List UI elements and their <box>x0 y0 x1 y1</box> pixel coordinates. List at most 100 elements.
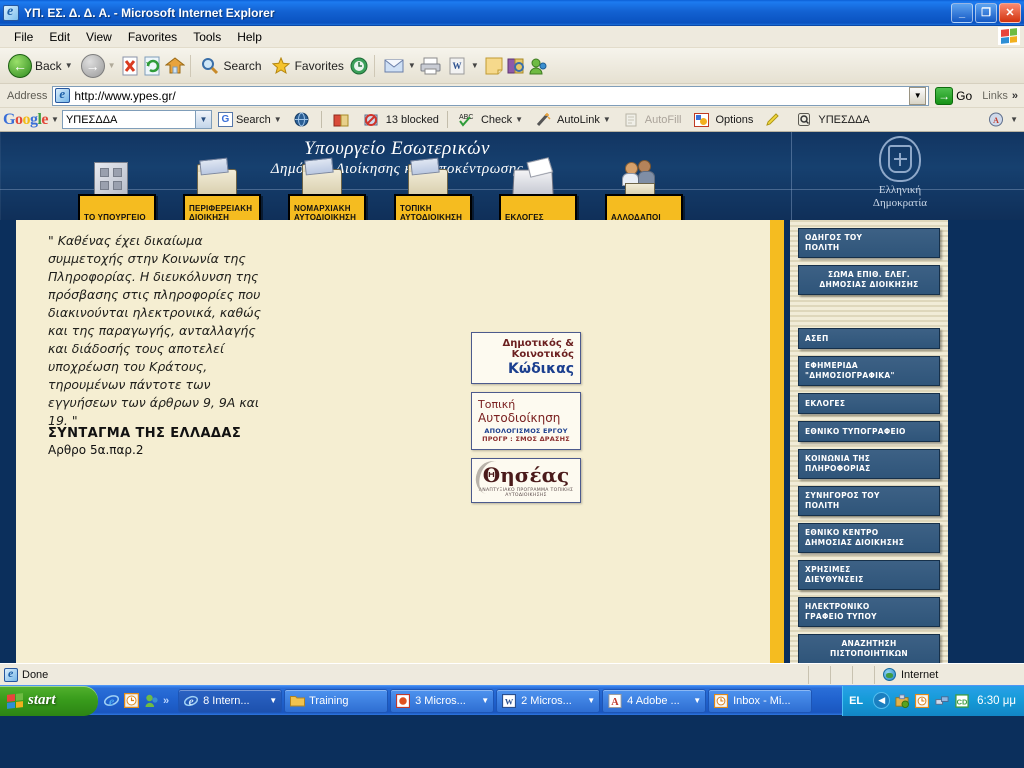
network-icon[interactable] <box>934 693 950 709</box>
sidebar-item-newspaper-line2: "ΔΗΜΟΣΙΟΓΡΑΦΙΚΑ" <box>805 371 895 380</box>
quicklaunch-expand-icon[interactable]: » <box>163 695 169 707</box>
spell-check-button[interactable]: ABC Check ▼ <box>453 109 526 131</box>
check-caret-icon[interactable]: ▼ <box>515 115 523 124</box>
print-icon[interactable] <box>420 55 442 77</box>
address-dropdown-icon[interactable]: ▼ <box>909 86 927 105</box>
sidebar-item-inspection-body[interactable]: ΣΩΜΑ ΕΠΙΘ. ΕΛΕΓ. ΔΗΜΟΣΙΑΣ ΔΙΟΙΚΗΣΗΣ <box>798 265 940 295</box>
sidebar-item-inspection-body-line2: ΔΗΜΟΣΙΑΣ ΔΙΟΙΚΗΣΗΣ <box>819 280 919 289</box>
sidebar-item-national-printing[interactable]: ΕΘΝΙΚΟ ΤΥΠΟΓΡΑΦΕΙΟ <box>798 421 940 442</box>
sidebar-item-newspaper[interactable]: ΕΦΗΜΕΡΙΔΑ "ΔΗΜΟΣΙΟΓΡΑΦΙΚΑ" <box>798 356 940 386</box>
minimize-button[interactable]: _ <box>951 2 973 23</box>
menu-item-help[interactable]: Help <box>229 28 270 46</box>
messenger-icon[interactable] <box>527 55 549 77</box>
favorites-button[interactable]: Favorites <box>266 53 348 79</box>
google-search-button[interactable]: G Search ▼ <box>215 112 285 127</box>
promo-thiseas[interactable]: Θησέας ΑΝΑΠΤΥΞΙΑΚΟ ΠΡΟΓΡΑΜΜΑ ΤΟΠΙΚΗΣ ΑΥΤ… <box>471 458 581 503</box>
research-icon[interactable] <box>505 55 527 77</box>
task-dropdown-icon[interactable]: ▼ <box>269 696 277 705</box>
search-button[interactable]: Search <box>195 53 266 79</box>
sidebar-item-citizen-guide-line2: ΠΟΛΙΤΗ <box>805 243 840 252</box>
clock-quicklaunch-icon[interactable] <box>123 693 139 709</box>
site-title-line1: Υπουργείο Εσωτερικών <box>304 138 490 159</box>
autofill-icon <box>620 109 642 131</box>
language-indicator[interactable]: EL <box>849 695 869 707</box>
edit-dropdown-icon[interactable]: ▼ <box>471 61 479 70</box>
sidebar-item-national-center[interactable]: ΕΘΝΙΚΟ ΚΕΝΤΡΟ ΔΗΜΟΣΙΑΣ ΔΙΟΙΚΗΣΗΣ <box>798 523 940 553</box>
google-web-button[interactable] <box>288 109 316 131</box>
task-item[interactable]: Inbox - Mi... <box>708 688 813 713</box>
task-item[interactable]: A 4 Adobe ... ▼ <box>602 688 707 713</box>
back-button[interactable]: ← Back ▼ <box>4 52 77 80</box>
options-label: Options <box>715 113 754 126</box>
promo-local-government[interactable]: Τοπική Αυτοδιοίκηση ΑΠΟΛΟΓΙΣΜΟΣ ΕΡΓΟΥ ΠΡ… <box>471 392 581 450</box>
security-zone[interactable]: Internet <box>874 665 1024 684</box>
back-dropdown-icon[interactable]: ▼ <box>65 61 73 70</box>
go-button[interactable]: → Go <box>929 86 978 105</box>
sidebar-item-ombudsman-line1: ΣΥΝΗΓΟΡΟΣ ΤΟΥ <box>805 491 880 500</box>
sidebar-item-press-office-line2: ΓΡΑΦΕΙΟ ΤΥΠΟΥ <box>805 612 877 621</box>
mail-button[interactable]: ▼ <box>379 53 420 79</box>
acrobat-toolbar-button[interactable]: A ▼ <box>982 109 1021 131</box>
globe-icon <box>291 109 313 131</box>
sidebar-item-useful-addresses[interactable]: ΧΡΗΣΙΜΕΣ ΔΙΕΥΘΥΝΣΕΙΣ <box>798 560 940 590</box>
sidebar-item-information-society[interactable]: ΚΟΙΝΩΝΙΑ ΤΗΣ ΠΛΗΡΟΦΟΡΙΑΣ <box>798 449 940 479</box>
home-icon[interactable] <box>164 55 186 77</box>
clock-tray-icon[interactable] <box>914 693 930 709</box>
menu-item-edit[interactable]: Edit <box>41 28 78 46</box>
google-search-caret-icon[interactable]: ▼ <box>274 115 282 124</box>
autolink-button[interactable]: AutoLink ▼ <box>529 109 614 131</box>
ie-quicklaunch-icon[interactable]: e <box>103 693 119 709</box>
nav-tab-local-government-line1: ΤΟΠΙΚΗ <box>400 204 432 213</box>
task-item[interactable]: Training <box>284 688 389 713</box>
task-item-label: 2 Micros... <box>521 694 572 707</box>
menu-item-view[interactable]: View <box>78 28 120 46</box>
task-item[interactable]: W 2 Micros... ▼ <box>496 688 601 713</box>
task-dropdown-icon[interactable]: ▼ <box>481 696 489 705</box>
address-input[interactable]: http://www.ypes.gr/ ▼ <box>52 85 930 106</box>
google-search-dropdown-icon[interactable]: ▼ <box>194 111 211 128</box>
magic-wand-icon <box>532 109 554 131</box>
security-center-icon[interactable] <box>894 693 910 709</box>
find-term-button[interactable]: ΥΠΕΣΔΔΑ <box>790 109 872 131</box>
taskbar-clock[interactable]: 6:30 μμ <box>974 695 1016 707</box>
refresh-icon[interactable] <box>142 55 164 77</box>
sidebar-item-asep[interactable]: ΑΣΕΠ <box>798 328 940 349</box>
sidebar-item-elections[interactable]: ΕΚΛΟΓΕΣ <box>798 393 940 414</box>
maximize-button[interactable]: ❐ <box>975 2 997 23</box>
stop-icon[interactable] <box>120 55 142 77</box>
options-button[interactable]: Options <box>687 109 756 131</box>
messenger-quicklaunch-icon[interactable] <box>143 693 159 709</box>
sidebar-item-ombudsman[interactable]: ΣΥΝΗΓΟΡΟΣ ΤΟΥ ΠΟΛΙΤΗ <box>798 486 940 516</box>
task-dropdown-icon[interactable]: ▼ <box>693 696 701 705</box>
sidebar-item-certificate-search[interactable]: ΑΝΑΖΗΤΗΣΗ ΠΙΣΤΟΠΟΙΗΤΙΚΩΝ <box>798 634 940 663</box>
start-button[interactable]: start <box>0 685 98 716</box>
forward-button[interactable]: → ▼ <box>77 52 120 80</box>
google-search-input[interactable]: ΥΠΕΣΔΔΑ ▼ <box>61 110 212 129</box>
mail-dropdown-icon[interactable]: ▼ <box>408 61 416 70</box>
links-chevron-icon[interactable]: » <box>1012 90 1022 102</box>
sidebar-item-citizen-guide[interactable]: ΟΔΗΓΟΣ ΤΟΥ ΠΟΛΙΤΗ <box>798 228 940 258</box>
tray-expand-icon[interactable]: ◀ <box>873 692 891 709</box>
task-dropdown-icon[interactable]: ▼ <box>587 696 595 705</box>
clipboard-icon[interactable]: CD <box>954 693 970 709</box>
menu-item-tools[interactable]: Tools <box>185 28 229 46</box>
popup-blocker-button[interactable]: 13 blocked <box>358 109 442 131</box>
task-item[interactable]: 3 Micros... ▼ <box>390 688 495 713</box>
highlight-button[interactable] <box>759 109 787 131</box>
attribution-title: ΣΥΝΤΑΓΜΑ ΤΗΣ ΕΛΛΑΔΑΣ <box>48 426 242 441</box>
links-label[interactable]: Links <box>978 90 1012 102</box>
google-bookmarks-button[interactable] <box>327 109 355 131</box>
promo-municipal-code[interactable]: Δημοτικός & Κοινοτικός Κώδικας <box>471 332 581 384</box>
google-logo-dropdown-icon[interactable]: ▼ <box>51 115 59 124</box>
sidebar-item-press-office[interactable]: ΗΛΕΚΤΡΟΝΙΚΟ ΓΡΑΦΕΙΟ ΤΥΠΟΥ <box>798 597 940 627</box>
close-button[interactable]: ✕ <box>999 2 1021 23</box>
menu-item-favorites[interactable]: Favorites <box>120 28 185 46</box>
history-icon[interactable] <box>348 55 370 77</box>
autolink-caret-icon[interactable]: ▼ <box>603 115 611 124</box>
menu-item-file[interactable]: File <box>6 28 41 46</box>
acrobat-caret-icon[interactable]: ▼ <box>1010 115 1018 124</box>
edit-word-button[interactable]: W ▼ <box>442 53 483 79</box>
task-item-label: 8 Intern... <box>203 694 250 707</box>
task-item[interactable]: e 8 Intern... ▼ <box>178 688 283 713</box>
notes-icon[interactable] <box>483 55 505 77</box>
